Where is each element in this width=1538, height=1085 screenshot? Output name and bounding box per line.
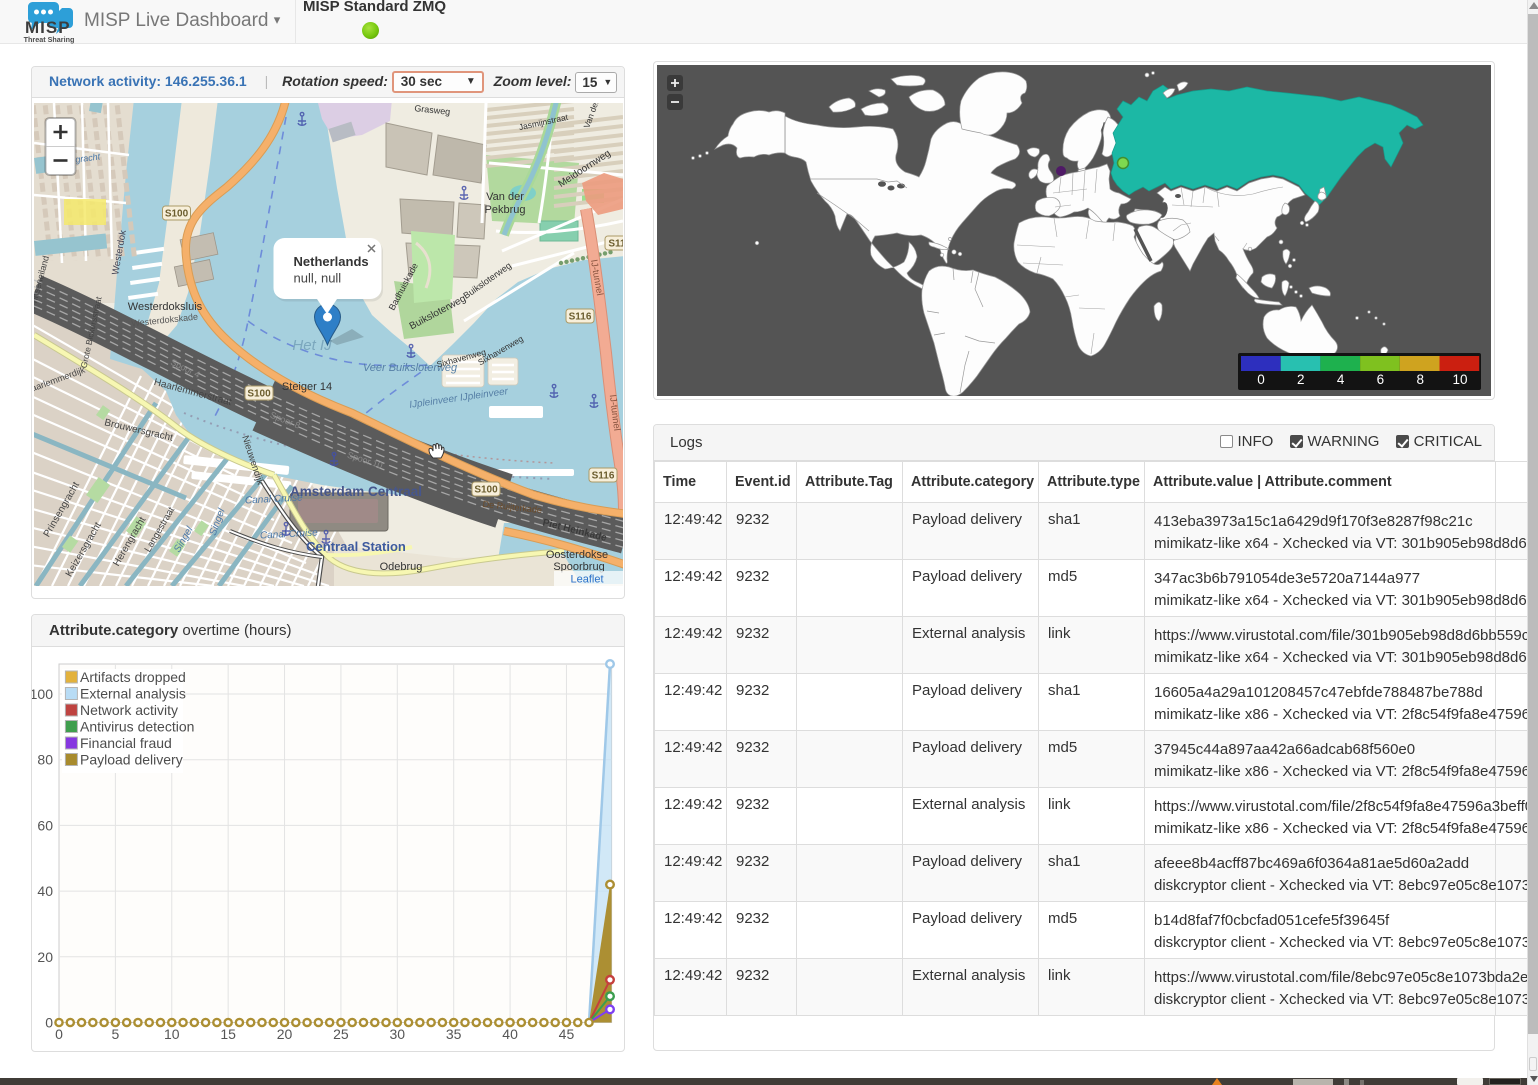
svg-text:S116: S116 bbox=[568, 312, 591, 323]
svg-text:Singel: Singel bbox=[172, 524, 196, 554]
svg-text:Grasweg: Grasweg bbox=[413, 103, 450, 117]
svg-text:2: 2 bbox=[1297, 372, 1305, 387]
svg-text:Grote Bickersstraat: Grote Bickersstraat bbox=[78, 295, 103, 369]
svg-text:Spoor 8: Spoor 8 bbox=[268, 410, 301, 431]
svg-text:30: 30 bbox=[390, 1026, 406, 1042]
svg-text:Leaflet: Leaflet bbox=[570, 574, 603, 586]
svg-text:Prinseneiland: Prinseneiland bbox=[34, 255, 51, 310]
svg-text:Oosterdokse: Oosterdokse bbox=[545, 549, 607, 561]
svg-text:S100: S100 bbox=[247, 389, 271, 400]
svg-text:Netherlands: Netherlands bbox=[293, 254, 368, 269]
svg-text:Meidoornweg: Meidoornweg bbox=[556, 148, 612, 190]
svg-text:0: 0 bbox=[1257, 372, 1265, 387]
svg-text:Haarlemmerdijk: Haarlemmerdijk bbox=[34, 365, 87, 396]
svg-text:Steiger 14: Steiger 14 bbox=[281, 381, 331, 393]
svg-text:Westerdok: Westerdok bbox=[110, 229, 129, 276]
svg-text:Keizersgracht: Keizersgracht bbox=[63, 520, 103, 579]
svg-text:Singel: Singel bbox=[207, 506, 227, 537]
svg-text:IJpleinveer IJpleinveer: IJpleinveer IJpleinveer bbox=[408, 386, 509, 411]
svg-text:45: 45 bbox=[559, 1026, 575, 1042]
svg-text:IJ-tunnel: IJ-tunnel bbox=[606, 394, 621, 432]
svg-text:8: 8 bbox=[1416, 372, 1424, 387]
svg-text:Van der: Van der bbox=[486, 191, 524, 203]
svg-text:Westerdokskade: Westerdokskade bbox=[130, 312, 198, 329]
svg-text:Payload delivery: Payload delivery bbox=[80, 751, 183, 767]
svg-text:80: 80 bbox=[37, 752, 53, 768]
svg-text:Piet Heinkade: Piet Heinkade bbox=[541, 517, 608, 544]
svg-text:S100: S100 bbox=[164, 209, 188, 220]
svg-text:Pekbrug: Pekbrug bbox=[484, 204, 525, 216]
svg-text:Prinsengracht: Prinsengracht bbox=[41, 480, 81, 539]
svg-text:S100: S100 bbox=[474, 485, 498, 496]
svg-text:Network activity: Network activity bbox=[80, 702, 178, 718]
svg-text:Artifacts dropped: Artifacts dropped bbox=[80, 669, 186, 685]
svg-text:Van der: Van der bbox=[581, 103, 600, 129]
svg-text:6: 6 bbox=[1377, 372, 1385, 387]
svg-text:Spoor 4: Spoor 4 bbox=[168, 357, 201, 380]
svg-text:15: 15 bbox=[220, 1026, 236, 1042]
svg-text:Brouwersgracht: Brouwersgracht bbox=[103, 417, 174, 444]
svg-text:20: 20 bbox=[37, 949, 53, 965]
svg-text:40: 40 bbox=[37, 883, 53, 899]
svg-text:Spoor 10: Spoor 10 bbox=[346, 450, 384, 471]
svg-text:20: 20 bbox=[277, 1026, 293, 1042]
svg-text:Antivirus detection: Antivirus detection bbox=[80, 718, 194, 734]
svg-text:De Ruijterkade: De Ruijterkade bbox=[482, 499, 542, 515]
svg-text:100: 100 bbox=[32, 686, 53, 702]
svg-text:5: 5 bbox=[111, 1026, 119, 1042]
svg-text:Buiksloterweg: Buiksloterweg bbox=[407, 293, 467, 332]
svg-text:0: 0 bbox=[45, 1015, 53, 1031]
svg-text:Haarlemmerstraat: Haarlemmerstraat bbox=[152, 377, 232, 408]
svg-text:null, null: null, null bbox=[293, 271, 341, 286]
svg-text:Amsterdam Centraal: Amsterdam Centraal bbox=[289, 484, 421, 499]
svg-text:Herengracht: Herengracht bbox=[111, 515, 148, 568]
svg-text:Centraal Station: Centraal Station bbox=[306, 539, 406, 554]
svg-text:S116: S116 bbox=[591, 471, 614, 482]
svg-text:Buiksloterweg: Buiksloterweg bbox=[461, 260, 513, 300]
svg-text:Langestraat: Langestraat bbox=[142, 505, 177, 554]
svg-text:10: 10 bbox=[164, 1026, 180, 1042]
svg-text:40: 40 bbox=[502, 1026, 518, 1042]
svg-text:Nieuwendijk: Nieuwendijk bbox=[239, 434, 265, 486]
svg-text:External analysis: External analysis bbox=[80, 685, 186, 701]
svg-text:IJ-tunnel: IJ-tunnel bbox=[587, 259, 604, 297]
svg-text:0: 0 bbox=[55, 1026, 63, 1042]
svg-text:4: 4 bbox=[1337, 372, 1345, 387]
svg-text:Odebrug: Odebrug bbox=[379, 561, 422, 573]
svg-text:60: 60 bbox=[37, 817, 53, 833]
svg-text:Badhuiskade: Badhuiskade bbox=[386, 261, 419, 312]
svg-text:10: 10 bbox=[1452, 372, 1467, 387]
svg-text:25: 25 bbox=[333, 1026, 349, 1042]
svg-text:35: 35 bbox=[446, 1026, 462, 1042]
svg-text:Financial fraud: Financial fraud bbox=[80, 735, 172, 751]
svg-text:S11: S11 bbox=[608, 239, 623, 250]
svg-text:Threat Sharing: Threat Sharing bbox=[24, 35, 75, 44]
svg-text:Jasmijnstraat: Jasmijnstraat bbox=[517, 112, 569, 132]
